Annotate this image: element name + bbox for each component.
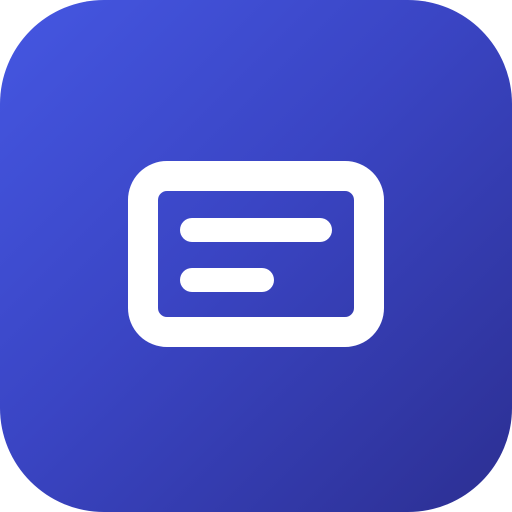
icon-canvas: [0, 0, 512, 512]
card-frame: [128, 161, 384, 347]
app-icon-tile[interactable]: [0, 0, 512, 512]
message-card-icon: [128, 161, 384, 347]
